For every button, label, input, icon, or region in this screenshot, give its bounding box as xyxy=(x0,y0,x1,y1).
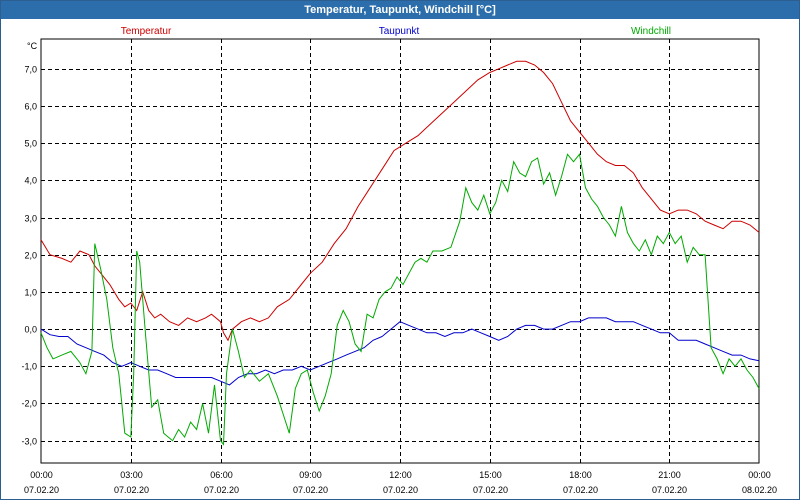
legend-taupunkt: Taupunkt xyxy=(379,26,420,37)
chart-window: Temperatur, Taupunkt, Windchill [°C] 7,0… xyxy=(0,0,800,500)
x-tick-time: 21:00 xyxy=(658,470,681,480)
x-tick-time: 09:00 xyxy=(299,470,322,480)
x-tick-time: 00:00 xyxy=(30,470,53,480)
y-tick-label: 4,0 xyxy=(24,176,37,186)
legend-windchill: Windchill xyxy=(631,26,671,37)
x-tick-date: 07.02.20 xyxy=(383,485,418,495)
y-tick-label: 0,0 xyxy=(24,325,37,335)
x-tick-time: 06:00 xyxy=(210,470,233,480)
y-tick-label: 1,0 xyxy=(24,288,37,298)
y-tick-label: -3,0 xyxy=(21,437,37,447)
y-tick-label: -1,0 xyxy=(21,362,37,372)
x-tick-date: 07.02.20 xyxy=(293,485,328,495)
x-tick-time: 12:00 xyxy=(389,470,412,480)
y-tick-label: 3,0 xyxy=(24,214,37,224)
y-tick-label: 2,0 xyxy=(24,251,37,261)
y-tick-label: 5,0 xyxy=(24,139,37,149)
x-tick-date: 07.02.20 xyxy=(24,485,59,495)
x-tick-date: 07.02.20 xyxy=(114,485,149,495)
line-chart: 7,0 6,0 5,0 4,0 3,0 2,0 1,0 0,0 -1,0 -2,0 -3,0 00:0… xyxy=(21,26,777,495)
y-tick-label: 7,0 xyxy=(24,65,37,75)
x-tick-date: 08.02.20 xyxy=(742,485,777,495)
y-tick-label: 6,0 xyxy=(24,102,37,112)
y-unit-label: °C xyxy=(27,41,38,51)
y-tick-label: -2,0 xyxy=(21,399,37,409)
x-tick-date: 07.02.20 xyxy=(563,485,598,495)
x-tick-date: 07.02.20 xyxy=(473,485,508,495)
x-tick-time: 00:00 xyxy=(748,470,771,480)
x-tick-date: 07.02.20 xyxy=(204,485,239,495)
x-tick-time: 03:00 xyxy=(120,470,143,480)
x-tick-time: 15:00 xyxy=(479,470,502,480)
legend-temperatur: Temperatur xyxy=(121,26,172,37)
x-tick-date: 07.02.20 xyxy=(652,485,687,495)
x-tick-time: 18:00 xyxy=(569,470,592,480)
